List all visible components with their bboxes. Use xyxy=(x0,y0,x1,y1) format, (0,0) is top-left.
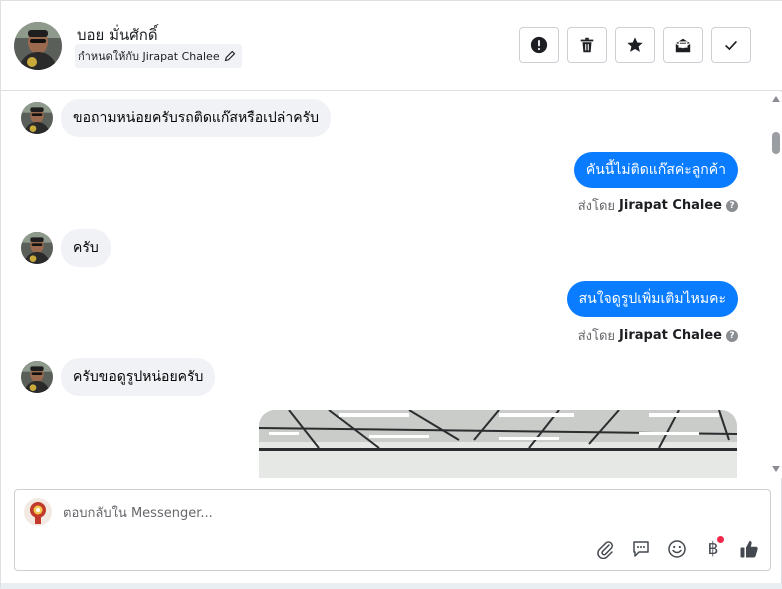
message-incoming: ครับขอดูรูปหน่อยครับ xyxy=(21,358,216,396)
scroll-down-arrow-icon[interactable] xyxy=(772,466,780,472)
message-bubble[interactable]: ครับขอดูรูปหน่อยครับ xyxy=(61,358,216,396)
trash-icon xyxy=(580,37,594,53)
sender-avatar[interactable] xyxy=(21,102,53,134)
saved-reply-icon xyxy=(633,541,649,557)
emoji-icon xyxy=(668,540,686,558)
message-incoming: ขอถามหน่อยครับรถติดแก๊สหรือเปล่าครับ xyxy=(21,99,331,137)
assigned-to-chip[interactable]: กำหนดให้กับ Jirapat Chalee xyxy=(75,44,242,68)
scroll-up-arrow-icon[interactable] xyxy=(772,96,780,102)
like-button[interactable] xyxy=(738,538,760,560)
payment-icon: ฿ xyxy=(707,539,719,559)
sent-by-prefix: ส่งโดย xyxy=(577,199,616,214)
message-incoming: ครับ xyxy=(21,229,111,267)
message-bubble[interactable]: สนใจดูรูปเพิ่มเติมไหมคะ xyxy=(566,281,738,317)
thread-scrollbar[interactable] xyxy=(769,92,782,478)
composer-tools: ฿ xyxy=(594,536,760,560)
star-button[interactable] xyxy=(615,27,655,63)
page-avatar xyxy=(24,498,52,526)
message-thread[interactable]: ขอถามหน่อยครับรถติดแก๊สหรือเปล่าครับ คัน… xyxy=(1,92,782,478)
sender-avatar[interactable] xyxy=(21,361,53,393)
check-icon xyxy=(725,40,737,51)
star-icon xyxy=(627,37,643,52)
assigned-to-label: กำหนดให้กับ Jirapat Chalee xyxy=(78,50,220,63)
contact-avatar[interactable] xyxy=(14,22,62,70)
payment-button[interactable]: ฿ xyxy=(702,536,724,560)
photo-attachment[interactable] xyxy=(259,410,737,478)
sender-avatar[interactable] xyxy=(21,232,53,264)
attach-icon xyxy=(597,541,613,559)
reply-composer: ฿ xyxy=(14,489,771,571)
sent-by-name: Jirapat Chalee xyxy=(619,328,722,343)
notification-dot xyxy=(717,536,724,543)
scrollbar-thumb[interactable] xyxy=(772,132,780,154)
alert-circle-icon xyxy=(530,36,548,54)
inbox-conversation-panel: บอย มั่นศักดิ์ กำหนดให้กับ Jirapat Chale… xyxy=(0,0,782,589)
help-icon[interactable]: ? xyxy=(726,199,738,212)
like-icon xyxy=(740,540,758,558)
envelope-open-icon xyxy=(675,38,691,53)
conversation-actions xyxy=(519,27,751,63)
message-bubble[interactable]: ขอถามหน่อยครับรถติดแก๊สหรือเปล่าครับ xyxy=(61,99,331,137)
message-bubble[interactable]: ครับ xyxy=(61,229,111,267)
conversation-header: บอย มั่นศักดิ์ กำหนดให้กับ Jirapat Chale… xyxy=(1,1,782,91)
pencil-icon xyxy=(224,50,235,62)
sent-by-name: Jirapat Chalee xyxy=(619,198,722,213)
bottom-strip xyxy=(1,583,782,589)
mark-done-button[interactable] xyxy=(711,27,751,63)
delete-button[interactable] xyxy=(567,27,607,63)
help-icon[interactable]: ? xyxy=(726,329,738,342)
message-outgoing: สนใจดูรูปเพิ่มเติมไหมคะ xyxy=(566,281,738,317)
message-outgoing: คันนี้ไม่ติดแก๊สค่ะลูกค้า xyxy=(573,152,738,188)
sent-by-prefix: ส่งโดย xyxy=(577,329,616,344)
attach-button[interactable] xyxy=(594,538,616,560)
mark-spam-button[interactable] xyxy=(519,27,559,63)
saved-reply-button[interactable] xyxy=(630,538,652,560)
sent-by-line: ส่งโดย Jirapat Chalee ? xyxy=(578,325,738,346)
message-bubble[interactable]: คันนี้ไม่ติดแก๊สค่ะลูกค้า xyxy=(573,152,738,188)
emoji-button[interactable] xyxy=(666,538,688,560)
mark-unread-button[interactable] xyxy=(663,27,703,63)
sent-by-line: ส่งโดย Jirapat Chalee ? xyxy=(578,195,738,216)
reply-input[interactable] xyxy=(63,502,583,524)
